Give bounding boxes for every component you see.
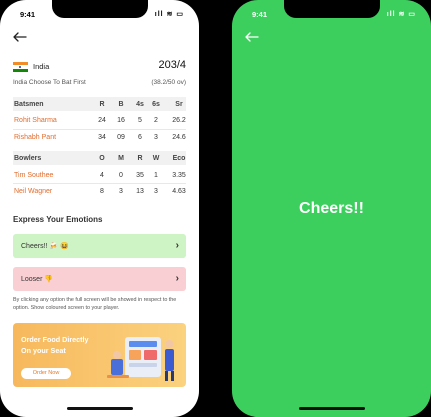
cell-eco: 4.63: [172, 188, 186, 195]
order-now-button[interactable]: Order Now: [21, 368, 71, 379]
cell-6s: 2: [154, 117, 158, 124]
table-row: Rishabh Pant 34 09 6 3 24.6: [13, 131, 186, 144]
bowlers-header: Bowlers O M R W Eco: [13, 151, 186, 165]
home-indicator: [66, 407, 133, 410]
status-icons: ıll ≋ ▭: [154, 11, 184, 18]
batsmen-header: Batsmen R B 4s 6s Sr: [13, 97, 186, 111]
bowlers-col-name: Bowlers: [14, 155, 42, 162]
score-screen: 9:41 ıll ≋ ▭ India 203/4 India Choose To…: [0, 0, 199, 417]
player-name: Rohit Sharma: [14, 117, 57, 124]
cell-sr: 24.6: [172, 134, 186, 141]
toss-info: India Choose To Bat First (38.2/50 ov): [13, 79, 186, 86]
bowlers-col-m: M: [118, 155, 124, 162]
back-arrow-icon[interactable]: [245, 30, 259, 44]
table-row: Neil Wagner 8 3 13 3 4.63: [13, 185, 186, 198]
india-flag-icon: [13, 62, 28, 72]
promo-line2: On your Seat: [21, 346, 66, 355]
status-icons: ıll ≋ ▭: [386, 11, 416, 18]
bowlers-col-o: O: [99, 155, 105, 162]
status-time: 9:41: [20, 10, 36, 19]
overs-text: (38.2/50 ov): [151, 79, 186, 86]
back-arrow-icon[interactable]: [13, 30, 27, 44]
toss-text: India Choose To Bat First: [13, 79, 86, 86]
cell-r: 34: [98, 134, 106, 141]
player-name: Tim Southee: [14, 172, 54, 179]
batsmen-col-r: R: [99, 101, 105, 108]
cell-o: 4: [100, 172, 104, 179]
player-name: Rishabh Pant: [14, 134, 57, 141]
looser-button[interactable]: Looser 👎 ›: [13, 267, 186, 291]
cell-w: 3: [154, 188, 158, 195]
notch: [51, 0, 148, 18]
cheers-screen: 9:41 ıll ≋ ▭ Cheers!!: [232, 0, 431, 417]
cell-w: 1: [154, 172, 158, 179]
promo-line1: Order Food Directly: [21, 335, 89, 344]
cell-b: 16: [117, 117, 125, 124]
cell-o: 8: [100, 188, 104, 195]
team-row: India 203/4: [13, 59, 186, 74]
cell-b: 09: [117, 134, 125, 141]
bowlers-col-eco: Eco: [172, 155, 186, 162]
table-row: Rohit Sharma 24 16 5 2 26.2: [13, 114, 186, 127]
food-order-illustration: [107, 337, 174, 381]
looser-label: Looser 👎: [21, 276, 54, 283]
batsmen-col-name: Batsmen: [14, 101, 44, 108]
cell-eco: 3.35: [172, 172, 186, 179]
team-score: 203/4: [158, 59, 186, 71]
food-order-banner[interactable]: Order Food Directly On your Seat Order N…: [13, 323, 186, 387]
cheers-label: Cheers!! 🍻 😆: [21, 243, 69, 250]
table-row: Tim Southee 4 0 35 1 3.35: [13, 169, 186, 182]
chevron-right-icon: ›: [175, 240, 179, 251]
bowlers-col-w: W: [152, 155, 160, 162]
batsmen-col-sr: Sr: [175, 101, 183, 108]
team-name: India: [33, 62, 50, 71]
home-indicator: [298, 407, 365, 410]
emotions-note: By clicking any option the full screen w…: [13, 297, 177, 311]
emotions-title: Express Your Emotions: [13, 215, 103, 224]
cheers-message: Cheers!!: [299, 200, 364, 217]
cell-6s: 3: [154, 134, 158, 141]
cell-m: 3: [119, 188, 123, 195]
divider: [13, 183, 186, 184]
cheers-button[interactable]: Cheers!! 🍻 😆 ›: [13, 234, 186, 258]
cell-m: 0: [119, 172, 123, 179]
status-time: 9:41: [252, 10, 268, 19]
divider: [13, 129, 186, 130]
player-name: Neil Wagner: [14, 188, 53, 195]
batsmen-col-6s: 6s: [152, 101, 160, 108]
cell-r: 24: [98, 117, 106, 124]
batsmen-col-b: B: [118, 101, 124, 108]
chevron-right-icon: ›: [175, 273, 179, 284]
cell-sr: 26.2: [172, 117, 186, 124]
notch: [283, 0, 380, 18]
